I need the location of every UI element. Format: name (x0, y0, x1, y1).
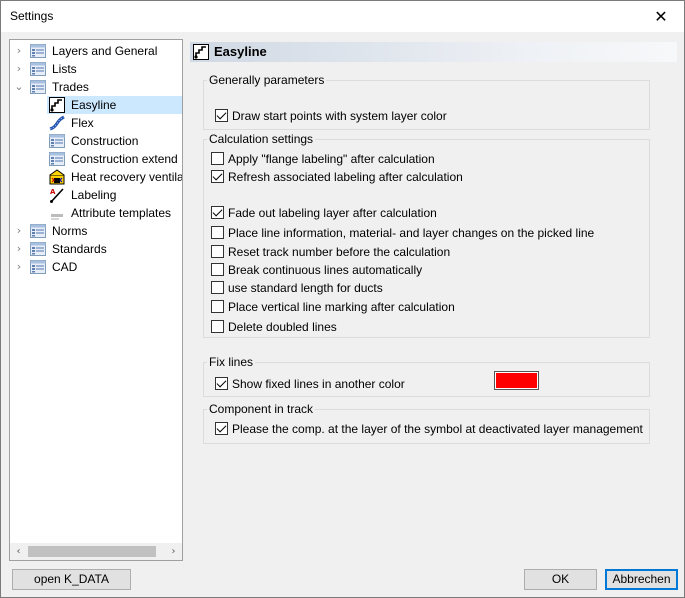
group-component-label: Component in track (207, 402, 316, 416)
tree-item-label: Trades (52, 80, 89, 94)
tree-item-flex[interactable]: Flex (10, 114, 182, 132)
collapse-chevron-icon[interactable]: ⌄ (14, 78, 24, 96)
tree-item-label: Norms (52, 224, 88, 238)
flex-icon (49, 115, 65, 131)
tree-item-label: Layers and General (52, 44, 158, 58)
window-title: Settings (10, 9, 54, 23)
tree-item-trades[interactable]: ⌄ Trades (10, 78, 182, 96)
easyline-icon (193, 44, 209, 60)
checkbox-label: Draw start points with system layer colo… (232, 109, 447, 123)
scroll-thumb[interactable] (28, 546, 156, 557)
expand-chevron-icon[interactable]: › (14, 60, 24, 78)
checkbox-unchecked-icon[interactable] (211, 281, 224, 294)
cancel-button[interactable]: Abbrechen (605, 569, 678, 590)
tree-item-labeling[interactable]: A Labeling (10, 186, 182, 204)
tree-item-construction-extend[interactable]: Construction extend (10, 150, 182, 168)
tree-item-label: Attribute templates (71, 206, 172, 220)
checkbox-label: Refresh associated labeling after calcul… (228, 170, 463, 184)
tree-item-norms[interactable]: › Norms (10, 222, 182, 240)
ok-button[interactable]: OK (524, 569, 597, 590)
svg-text:A: A (50, 188, 56, 196)
checkbox-label: Please the comp. at the layer of the sym… (232, 422, 643, 436)
fixed-line-color-button[interactable] (494, 371, 539, 390)
settings-window: Settings ✕ › Layers and General › Lists ⌄ Tra… (0, 0, 685, 598)
tree-item-label: Heat recovery ventila (71, 170, 183, 184)
checkbox-label: Place vertical line marking after calcul… (228, 300, 455, 314)
tree-item-label: Construction (71, 134, 139, 148)
tree-item-easyline[interactable]: Easyline (10, 96, 182, 114)
tree-item-layers-and-general[interactable]: › Layers and General (10, 42, 182, 60)
labeling-icon: A (49, 187, 65, 203)
tree-item-label: Easyline (71, 98, 117, 112)
checkbox-label: use standard length for ducts (228, 281, 383, 295)
page-list-icon (30, 223, 46, 239)
scroll-left-arrow[interactable]: ‹ (10, 543, 27, 560)
checkbox-checked-icon[interactable] (211, 170, 224, 183)
checkbox-unchecked-icon[interactable] (211, 226, 224, 239)
group-fix-lines-label: Fix lines (207, 355, 256, 369)
checkbox-checked-icon[interactable] (215, 109, 228, 122)
close-icon: ✕ (654, 7, 668, 26)
page-list-icon (30, 241, 46, 257)
page-list-icon (30, 43, 46, 59)
checkbox-label: Break continuous lines automatically (228, 263, 423, 277)
open-kdata-button[interactable]: open K_DATA (12, 569, 131, 590)
checkbox-label: Reset track number before the calculatio… (228, 245, 451, 259)
title-bar: Settings ✕ (1, 1, 684, 32)
heat-recovery-icon (49, 169, 65, 185)
panel-title: Easyline (214, 44, 267, 59)
checkbox-checked-icon[interactable] (215, 422, 228, 435)
checkbox-label: Delete doubled lines (228, 320, 337, 334)
easyline-icon (49, 97, 65, 113)
page-list-icon (49, 151, 65, 167)
checkbox-checked-icon[interactable] (215, 377, 228, 390)
tree-item-label: Standards (52, 242, 107, 256)
checkbox-unchecked-icon[interactable] (211, 152, 224, 165)
tree-item-label: Flex (71, 116, 94, 130)
checkbox-checked-icon[interactable] (211, 206, 224, 219)
tree-item-attribute-templates[interactable]: Attribute templates (10, 204, 182, 222)
checkbox-unchecked-icon[interactable] (211, 320, 224, 333)
tree-item-standards[interactable]: › Standards (10, 240, 182, 258)
page-list-icon (49, 133, 65, 149)
checkbox-unchecked-icon[interactable] (211, 245, 224, 258)
group-general-label: Generally parameters (207, 73, 327, 87)
tree-item-label: Labeling (71, 188, 117, 202)
tree-item-lists[interactable]: › Lists (10, 60, 182, 78)
checkbox-unchecked-icon[interactable] (211, 263, 224, 276)
page-list-icon (30, 61, 46, 77)
tree-item-label: Lists (52, 62, 77, 76)
expand-chevron-icon[interactable]: › (14, 222, 24, 240)
panel-header: Easyline (190, 42, 677, 62)
page-list-icon (30, 79, 46, 95)
tree-horizontal-scrollbar[interactable]: ‹ › (10, 543, 182, 560)
group-calculation-label: Calculation settings (207, 132, 316, 146)
close-button[interactable]: ✕ (638, 1, 684, 32)
settings-tree[interactable]: › Layers and General › Lists ⌄ Trades Easyline… (9, 39, 183, 561)
tree-item-construction[interactable]: Construction (10, 132, 182, 150)
tree-item-label: Construction extend (71, 152, 178, 166)
scroll-right-arrow[interactable]: › (165, 543, 182, 560)
page-list-icon (30, 259, 46, 275)
checkbox-unchecked-icon[interactable] (211, 300, 224, 313)
tree-item-heat-recovery-ventila[interactable]: Heat recovery ventila (10, 168, 182, 186)
expand-chevron-icon[interactable]: › (14, 240, 24, 258)
expand-chevron-icon[interactable]: › (14, 258, 24, 276)
tree-item-cad[interactable]: › CAD (10, 258, 182, 276)
tree-item-label: CAD (52, 260, 78, 274)
attribute-template-icon (49, 205, 65, 221)
checkbox-label: Show fixed lines in another color (232, 377, 405, 391)
expand-chevron-icon[interactable]: › (14, 42, 24, 60)
checkbox-label: Apply "flange labeling" after calculatio… (228, 152, 435, 166)
checkbox-label: Fade out labeling layer after calculatio… (228, 206, 437, 220)
checkbox-label: Place line information, material- and la… (228, 226, 595, 240)
